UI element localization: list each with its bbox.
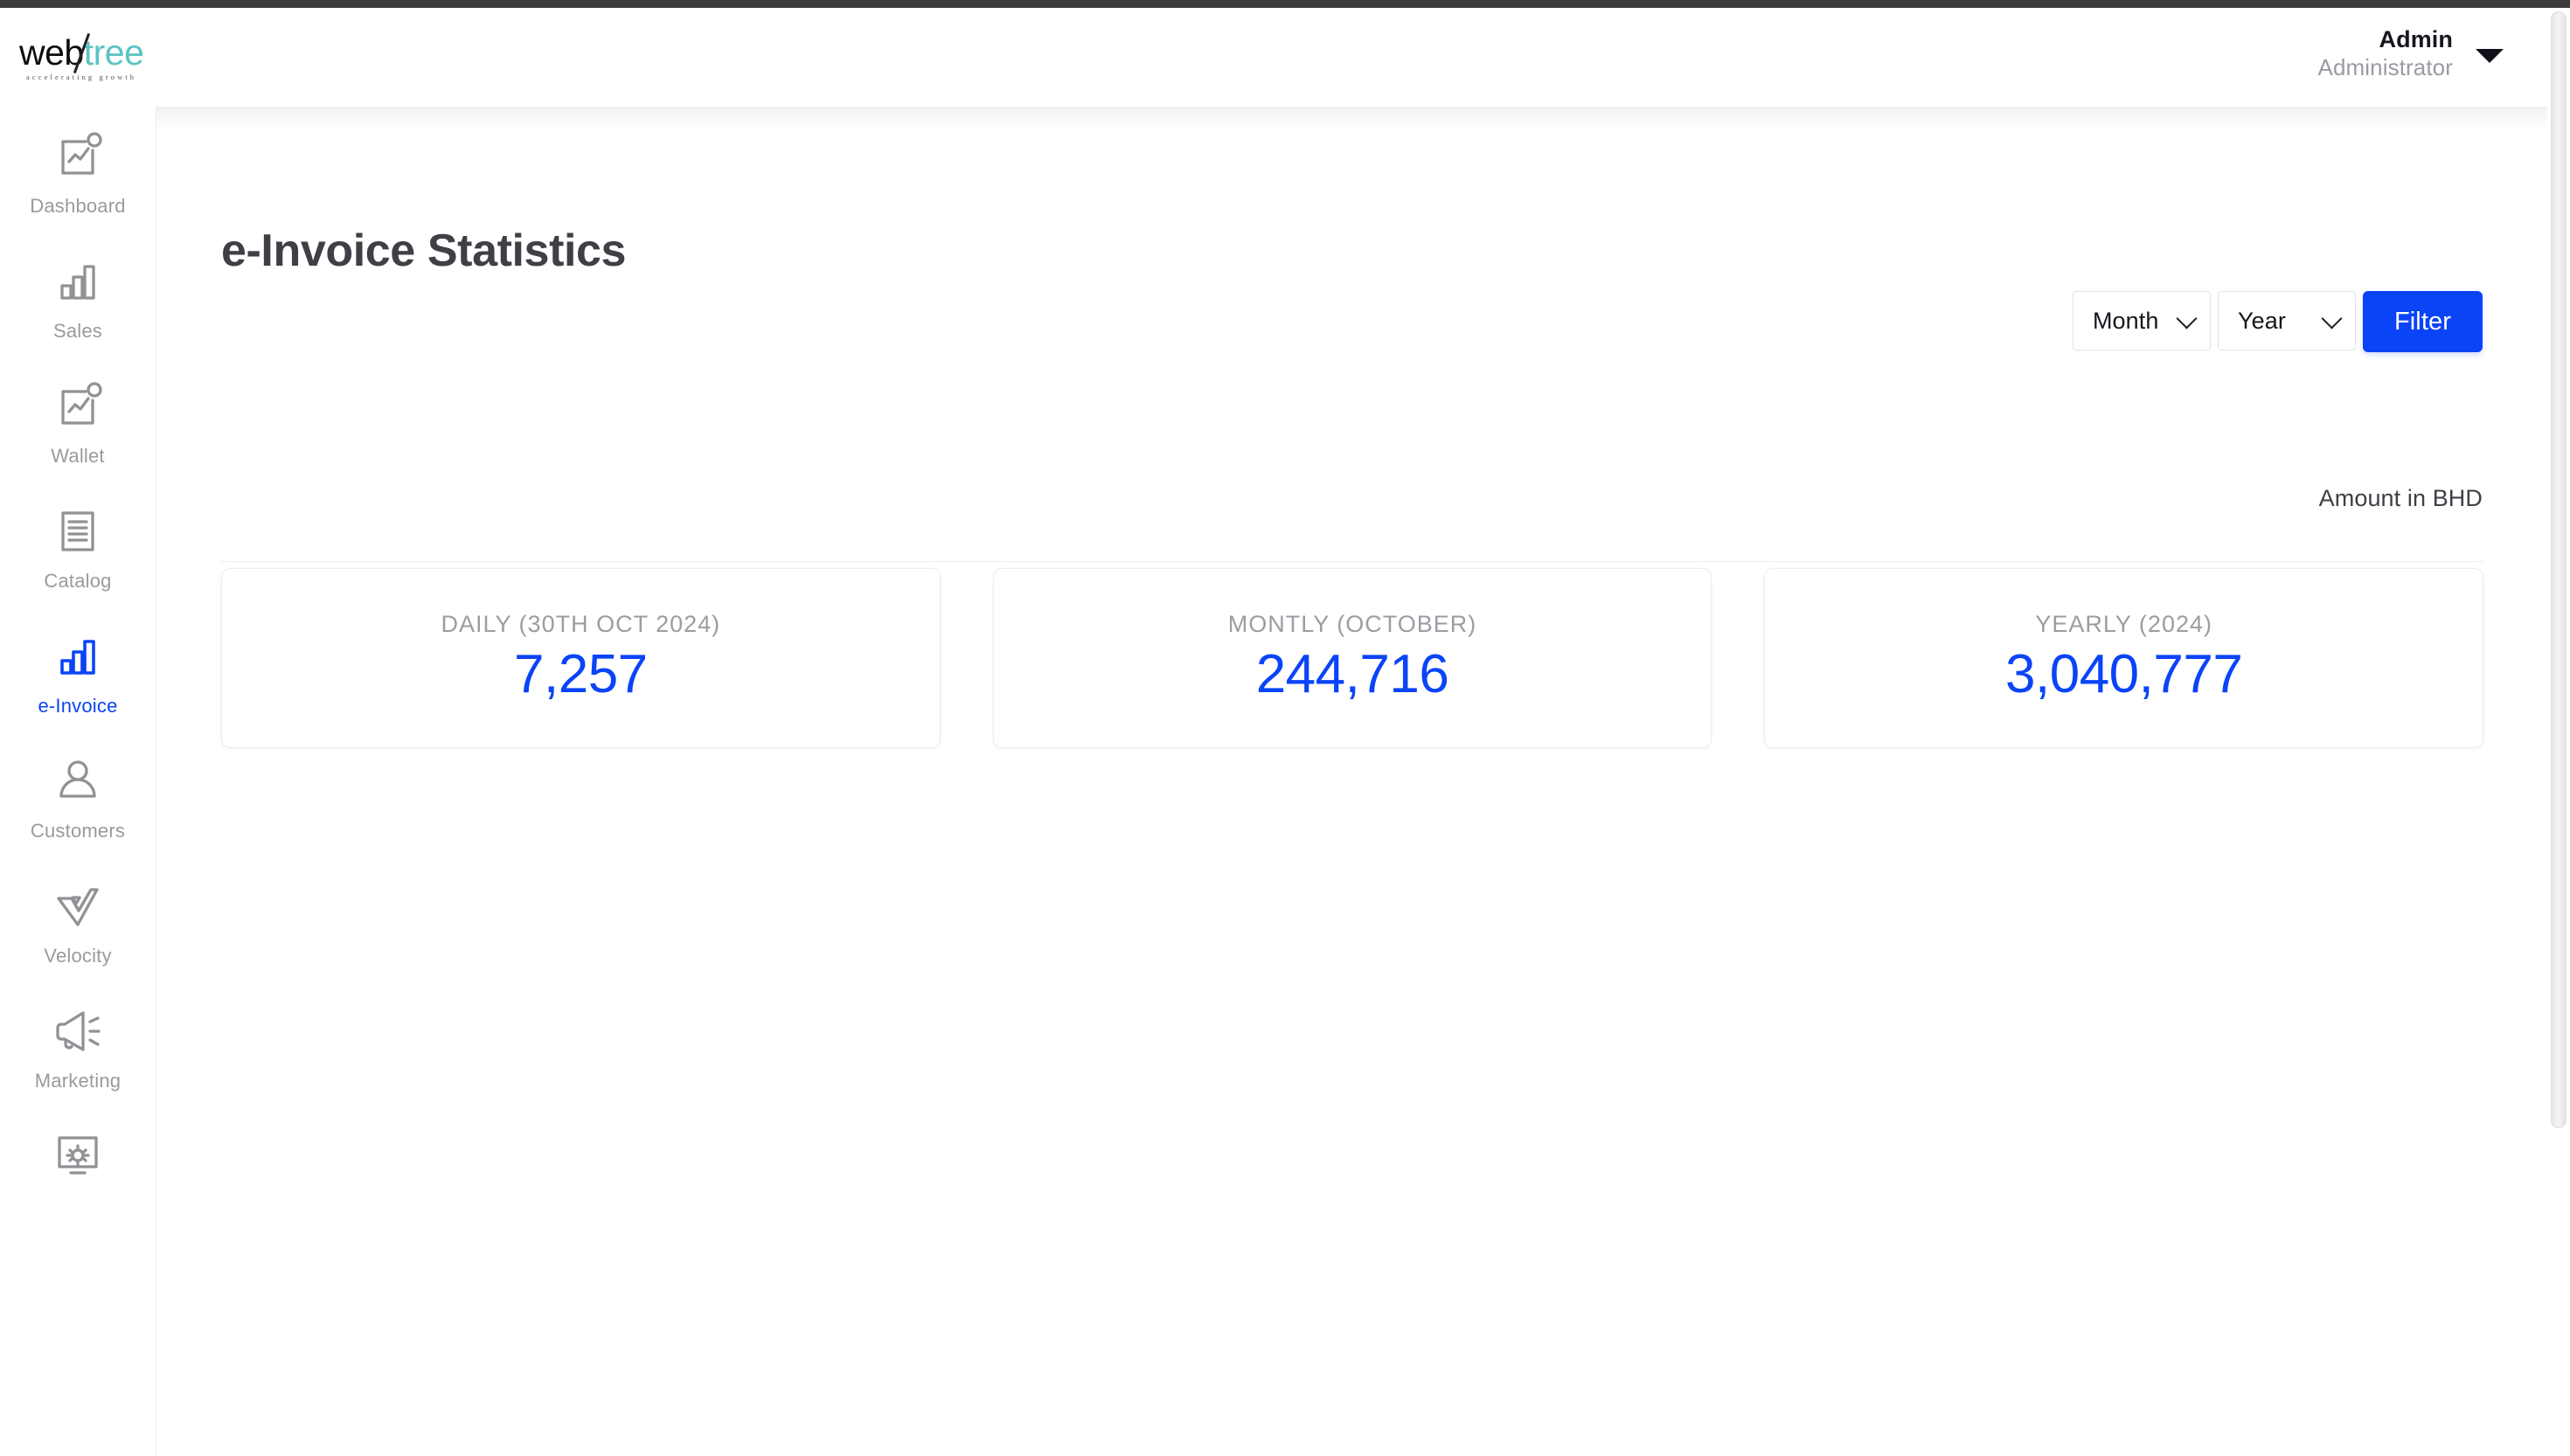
bar-chart-icon (51, 629, 105, 683)
account-menu[interactable]: Admin Administrator (2318, 25, 2504, 82)
megaphone-icon (51, 1004, 105, 1058)
sidebar-item-label: Sales (52, 320, 103, 342)
chart-card-badge-icon (51, 379, 105, 433)
user-icon (51, 754, 105, 808)
sidebar-item-sales[interactable]: Sales (0, 232, 156, 357)
app-window: webtree accelerating growth Admin Admini… (0, 8, 2570, 1456)
year-select[interactable]: Year (2217, 291, 2356, 350)
year-select-value: Year (2237, 307, 2286, 334)
monitor-gear-icon (51, 1129, 105, 1183)
sidebar-item-label: Wallet (51, 445, 105, 467)
month-select[interactable]: Month (2072, 291, 2211, 350)
sidebar-item-velocity[interactable]: Velocity (0, 856, 156, 981)
stat-card-value: 244,716 (1255, 644, 1449, 704)
brand-logo[interactable]: webtree accelerating growth (19, 32, 150, 87)
sidebar-item-marketing[interactable]: Marketing (0, 981, 156, 1106)
stat-card-yearly: YEARLY (2024) 3,040,777 (1764, 568, 2484, 748)
stat-card-daily: DAILY (30TH OCT 2024) 7,257 (221, 568, 941, 748)
account-name: Admin (2379, 26, 2453, 52)
stat-cards: DAILY (30TH OCT 2024) 7,257 MONTLY (OCTO… (221, 568, 2484, 748)
browser-chrome-strip (0, 0, 2570, 8)
logo-tree-text: tree (83, 32, 144, 73)
stat-card-value: 3,040,777 (2005, 644, 2243, 704)
main-content: e-Invoice Statistics Month Year Filter A… (156, 107, 2570, 1456)
sidebar-item-label: Catalog (44, 570, 112, 592)
month-select-value: Month (2092, 307, 2159, 334)
sidebar-item-label: Customers (30, 820, 126, 842)
stat-card-value: 7,257 (514, 644, 648, 704)
velocity-check-icon (51, 879, 105, 933)
sidebar-item-label: e-Invoice (38, 695, 118, 717)
logo-tagline: accelerating growth (26, 73, 137, 81)
logo-web-text: web (19, 32, 84, 73)
chevron-down-icon (2321, 308, 2343, 329)
sidebar-item-system[interactable] (0, 1106, 156, 1209)
sidebar-item-label: Dashboard (30, 195, 126, 217)
currency-note: Amount in BHD (2318, 485, 2483, 511)
sidebar-item-label: Marketing (34, 1070, 122, 1092)
filter-button[interactable]: Filter (2362, 291, 2483, 352)
top-header: webtree accelerating growth Admin Admini… (0, 8, 2570, 107)
cards-top-divider (221, 561, 2483, 562)
stat-card-label: MONTLY (OCTOBER) (1227, 611, 1477, 637)
sidebar-item-wallet[interactable]: Wallet (0, 357, 156, 482)
sidebar-nav: Dashboard Sales Wallet Catalog e-Invoice… (0, 107, 156, 1456)
page-title: e-Invoice Statistics (221, 225, 627, 276)
page-scrollbar[interactable] (2547, 8, 2570, 1456)
stat-card-monthly: MONTLY (OCTOBER) 244,716 (992, 568, 1712, 748)
page-scrollbar-thumb[interactable] (2551, 11, 2567, 1128)
document-lines-icon (51, 504, 105, 558)
sidebar-item-customers[interactable]: Customers (0, 731, 156, 856)
chart-card-badge-icon (51, 129, 105, 184)
account-role: Administrator (2317, 53, 2453, 80)
bar-chart-icon (51, 254, 105, 309)
chevron-down-icon (2176, 308, 2198, 329)
sidebar-item-label: Velocity (44, 945, 112, 967)
sidebar-item-catalog[interactable]: Catalog (0, 482, 156, 607)
filter-controls: Month Year Filter (2072, 291, 2483, 352)
sidebar-item-dashboard[interactable]: Dashboard (0, 107, 156, 232)
caret-down-icon[interactable] (2476, 49, 2504, 64)
sidebar-item-e-invoice[interactable]: e-Invoice (0, 607, 156, 731)
account-text: Admin Administrator (2318, 25, 2453, 82)
stat-card-label: DAILY (30TH OCT 2024) (441, 611, 721, 637)
stat-card-label: YEARLY (2024) (2035, 611, 2212, 637)
